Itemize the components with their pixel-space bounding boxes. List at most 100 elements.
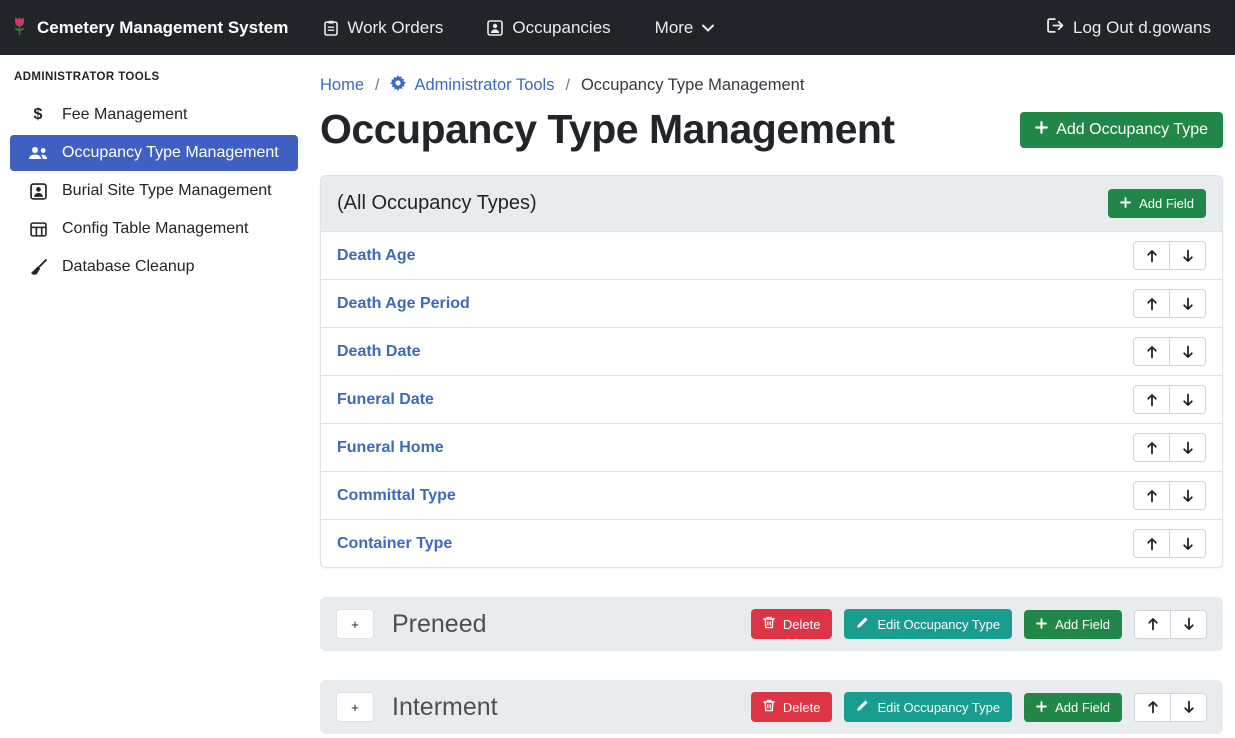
move-down-button[interactable] bbox=[1169, 241, 1206, 270]
field-link[interactable]: Funeral Home bbox=[337, 439, 444, 457]
section-title: Preneed bbox=[392, 610, 487, 639]
field-row: Committal Type bbox=[321, 471, 1222, 519]
edit-occupancy-type-button[interactable]: Edit Occupancy Type bbox=[844, 692, 1012, 722]
field-link[interactable]: Death Age Period bbox=[337, 295, 470, 313]
breadcrumb-administrator-tools[interactable]: Administrator Tools bbox=[390, 75, 554, 96]
move-up-button[interactable] bbox=[1133, 481, 1170, 510]
reorder-controls bbox=[1134, 610, 1207, 639]
field-row: Container Type bbox=[321, 519, 1222, 567]
sidebar-header: Administrator Tools bbox=[10, 63, 298, 97]
field-row: Funeral Date bbox=[321, 375, 1222, 423]
card-title: (All Occupancy Types) bbox=[337, 192, 537, 215]
move-up-button[interactable] bbox=[1134, 610, 1171, 639]
add-occupancy-type-label: Add Occupancy Type bbox=[1056, 121, 1208, 139]
move-up-button[interactable] bbox=[1133, 529, 1170, 558]
sidebar-item-label: Occupancy Type Management bbox=[62, 144, 279, 162]
add-field-button[interactable]: Add Field bbox=[1024, 610, 1122, 639]
nav-work-orders[interactable]: Work Orders bbox=[324, 18, 443, 38]
sidebar-item-fee-management[interactable]: $ Fee Management bbox=[10, 97, 298, 133]
move-up-button[interactable] bbox=[1133, 241, 1170, 270]
move-down-button[interactable] bbox=[1170, 693, 1207, 722]
field-row: Funeral Home bbox=[321, 423, 1222, 471]
reorder-controls bbox=[1133, 529, 1206, 558]
nav-more[interactable]: More bbox=[655, 18, 715, 38]
breadcrumb-current: Occupancy Type Management bbox=[581, 76, 805, 95]
add-occupancy-type-button[interactable]: Add Occupancy Type bbox=[1020, 112, 1223, 148]
sidebar-item-occupancy-type-management[interactable]: Occupancy Type Management bbox=[10, 135, 298, 171]
field-link[interactable]: Container Type bbox=[337, 535, 452, 553]
delete-button[interactable]: Delete bbox=[751, 609, 833, 639]
move-up-button[interactable] bbox=[1134, 693, 1171, 722]
add-field-button[interactable]: Add Field bbox=[1024, 693, 1122, 722]
pencil-icon bbox=[856, 616, 869, 632]
field-row: Death Date bbox=[321, 327, 1222, 375]
expand-button[interactable]: + bbox=[336, 609, 374, 639]
field-row: Death Age Period bbox=[321, 279, 1222, 327]
trash-icon bbox=[763, 616, 775, 632]
breadcrumb-separator: / bbox=[565, 77, 569, 95]
plus-icon bbox=[1120, 196, 1131, 211]
nav-item-label: Work Orders bbox=[347, 18, 443, 38]
logout-label: Log Out d.gowans bbox=[1073, 18, 1211, 38]
move-down-button[interactable] bbox=[1169, 385, 1206, 414]
move-up-button[interactable] bbox=[1133, 289, 1170, 318]
flower-logo-icon bbox=[12, 15, 27, 41]
work-orders-icon bbox=[324, 20, 338, 36]
field-link[interactable]: Death Date bbox=[337, 343, 421, 361]
sidebar-item-config-table-management[interactable]: Config Table Management bbox=[10, 211, 298, 247]
reorder-controls bbox=[1133, 289, 1206, 318]
field-row: Death Age bbox=[321, 231, 1222, 279]
move-down-button[interactable] bbox=[1170, 610, 1207, 639]
expand-button[interactable]: + bbox=[336, 692, 374, 722]
chevron-down-icon bbox=[702, 24, 714, 32]
move-down-button[interactable] bbox=[1169, 433, 1206, 462]
move-down-button[interactable] bbox=[1169, 529, 1206, 558]
brand[interactable]: Cemetery Management System bbox=[12, 15, 288, 41]
breadcrumb: Home / Administrator Tools / Occupancy T… bbox=[320, 75, 1223, 96]
move-up-button[interactable] bbox=[1133, 337, 1170, 366]
nav-occupancies[interactable]: Occupancies bbox=[487, 18, 610, 38]
move-down-button[interactable] bbox=[1169, 481, 1206, 510]
plus-icon bbox=[1036, 617, 1047, 632]
move-down-button[interactable] bbox=[1169, 289, 1206, 318]
plus-icon bbox=[1035, 121, 1048, 139]
field-link[interactable]: Death Age bbox=[337, 247, 416, 265]
all-occupancy-types-card: (All Occupancy Types) Add Field Death Ag… bbox=[320, 175, 1223, 568]
add-field-label: Add Field bbox=[1139, 196, 1194, 211]
reorder-controls bbox=[1133, 433, 1206, 462]
section-interment: + Interment Delete Edit Occupancy Type A… bbox=[320, 680, 1223, 734]
move-up-button[interactable] bbox=[1133, 433, 1170, 462]
edit-label: Edit Occupancy Type bbox=[877, 617, 1000, 632]
sidebar-item-burial-site-type-management[interactable]: Burial Site Type Management bbox=[10, 173, 298, 209]
dollar-icon: $ bbox=[26, 106, 50, 124]
sidebar-item-label: Burial Site Type Management bbox=[62, 182, 272, 200]
reorder-controls bbox=[1133, 241, 1206, 270]
add-field-button[interactable]: Add Field bbox=[1108, 189, 1206, 218]
sidebar-item-label: Config Table Management bbox=[62, 220, 249, 238]
field-link[interactable]: Funeral Date bbox=[337, 391, 434, 409]
trash-icon bbox=[763, 699, 775, 715]
move-up-button[interactable] bbox=[1133, 385, 1170, 414]
sidebar-item-label: Database Cleanup bbox=[62, 258, 195, 276]
sidebar-item-database-cleanup[interactable]: Database Cleanup bbox=[10, 249, 298, 285]
nav-links: Work Orders Occupancies More bbox=[324, 18, 714, 38]
nav-item-label: Occupancies bbox=[512, 18, 610, 38]
sidebar: Administrator Tools $ Fee Management Occ… bbox=[0, 55, 308, 738]
top-navbar: Cemetery Management System Work Orders bbox=[0, 0, 1235, 55]
logout-link[interactable]: Log Out d.gowans bbox=[1047, 18, 1211, 38]
delete-button[interactable]: Delete bbox=[751, 692, 833, 722]
move-down-button[interactable] bbox=[1169, 337, 1206, 366]
plus-icon bbox=[1036, 700, 1047, 715]
gear-icon bbox=[390, 75, 406, 96]
reorder-controls bbox=[1133, 481, 1206, 510]
users-icon bbox=[26, 146, 50, 160]
sidebar-item-label: Fee Management bbox=[62, 106, 187, 124]
occupancies-icon bbox=[487, 20, 503, 36]
section-actions: Delete Edit Occupancy Type Add Field bbox=[751, 609, 1207, 639]
logout-icon bbox=[1047, 18, 1064, 38]
edit-occupancy-type-button[interactable]: Edit Occupancy Type bbox=[844, 609, 1012, 639]
breadcrumb-home[interactable]: Home bbox=[320, 76, 364, 95]
field-link[interactable]: Committal Type bbox=[337, 487, 456, 505]
table-icon bbox=[26, 222, 50, 237]
nav-item-label: More bbox=[655, 18, 694, 38]
